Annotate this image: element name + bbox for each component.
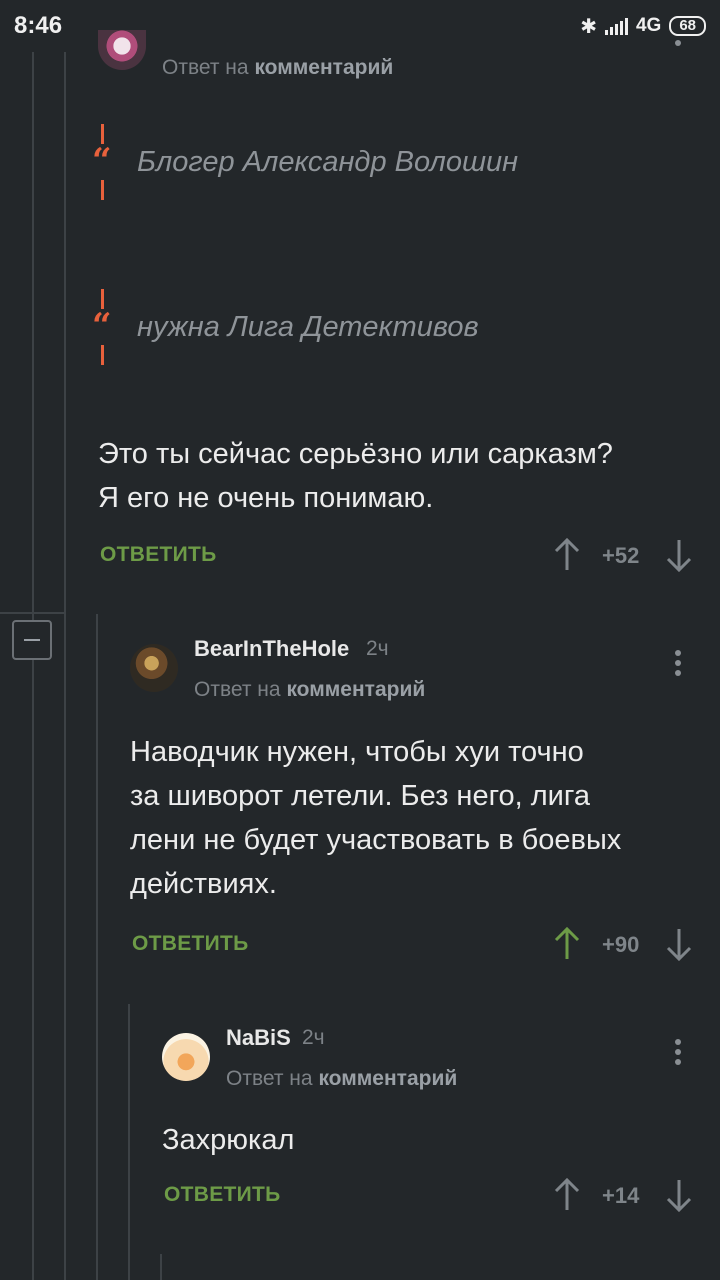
status-time: 8:46	[14, 12, 63, 39]
more-options-icon[interactable]	[673, 650, 683, 676]
reply-button[interactable]: ОТВЕТИТЬ	[100, 543, 217, 567]
signal-icon	[604, 17, 628, 35]
reply-to-target: комментарий	[318, 1067, 458, 1090]
thread-line	[64, 52, 66, 1280]
thread-line	[32, 660, 34, 1280]
downvote-icon[interactable]	[666, 927, 692, 961]
downvote-icon[interactable]	[666, 1178, 692, 1212]
downvote-icon[interactable]	[666, 538, 692, 572]
comment-body: Это ты сейчас серьёзно или сарказм? Я ег…	[98, 438, 613, 514]
bluetooth-icon: ✱	[580, 15, 597, 38]
thread-line	[0, 612, 64, 614]
quote-text: Блогер Александр Волошин	[137, 145, 519, 178]
reply-to-target: комментарий	[286, 678, 426, 701]
upvote-icon[interactable]	[554, 1178, 580, 1212]
avatar[interactable]	[130, 644, 178, 692]
username[interactable]: BearInTheHole	[194, 636, 349, 662]
reply-to-target: комментарий	[254, 56, 394, 79]
reply-to-label[interactable]: Ответ на комментарий	[194, 678, 425, 702]
reply-button[interactable]: ОТВЕТИТЬ	[164, 1183, 281, 1207]
quote-block: “ Блогер Александр Волошин	[92, 124, 518, 200]
network-type: 4G	[635, 15, 662, 36]
reply-button[interactable]: ОТВЕТИТЬ	[132, 932, 249, 956]
reply-to-label[interactable]: Ответ на комментарий	[226, 1067, 457, 1091]
comment-time: 2ч	[366, 637, 389, 660]
quote-block: “ нужна Лига Детективов	[92, 289, 479, 365]
status-icons: ✱ 4G 68	[580, 14, 706, 39]
thread-line	[32, 52, 34, 620]
thread-line	[128, 1004, 130, 1280]
quote-bar: “	[92, 289, 114, 365]
comment-body: Наводчик нужен, чтобы хуи точно за шивор…	[130, 736, 622, 900]
score: +14	[602, 1183, 640, 1208]
upvote-icon[interactable]	[554, 538, 580, 572]
quote-icon: “	[92, 306, 112, 346]
avatar[interactable]	[98, 30, 146, 70]
comment-body: Захрюкал	[162, 1124, 295, 1156]
upvote-icon[interactable]	[554, 927, 580, 961]
more-options-icon[interactable]	[673, 1039, 683, 1065]
avatar[interactable]	[162, 1033, 210, 1081]
quote-bar: “	[92, 124, 114, 200]
collapse-thread-button[interactable]	[12, 620, 52, 660]
battery-level: 68	[679, 17, 696, 34]
battery-icon: 68	[669, 16, 706, 36]
reply-to-label[interactable]: Ответ на комментарий	[162, 56, 393, 80]
quote-icon: “	[92, 141, 112, 181]
comment-time: 2ч	[302, 1026, 325, 1049]
thread-line	[96, 614, 98, 1280]
score: +90	[602, 932, 640, 957]
username[interactable]: NaBiS	[226, 1025, 291, 1051]
quote-text: нужна Лига Детективов	[137, 310, 479, 343]
more-options-icon[interactable]	[673, 40, 683, 46]
minus-icon	[24, 639, 40, 641]
score: +52	[602, 543, 640, 568]
thread-line	[160, 1254, 162, 1280]
